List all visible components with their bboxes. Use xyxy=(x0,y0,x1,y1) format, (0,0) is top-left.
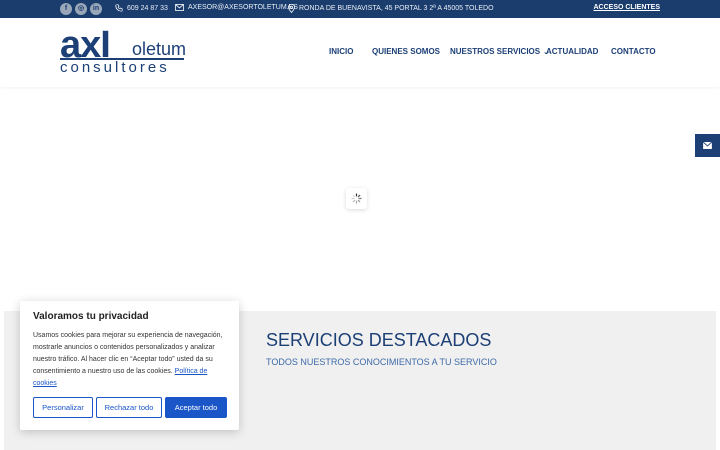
address-info: RONDA DE BUENAVISTA, 45 PORTAL 3 2ª A 45… xyxy=(288,4,494,13)
reject-all-button[interactable]: Rechazar todo xyxy=(96,397,162,418)
contact-side-button[interactable] xyxy=(695,134,720,157)
envelope-icon xyxy=(703,142,712,149)
company-logo[interactable]: axI oletum consultores xyxy=(60,26,190,82)
top-bar: f ◎ in 609 24 87 33 AXESOR@AXESORTOLETUM… xyxy=(0,0,720,18)
facebook-icon[interactable]: f xyxy=(60,3,72,15)
customize-button[interactable]: Personalizar xyxy=(33,397,93,418)
section-subtitle: TODOS NUESTROS CONOCIMIENTOS A TU SERVIC… xyxy=(266,357,497,367)
cookie-title: Valoramos tu privacidad xyxy=(33,311,149,322)
cookie-consent-banner: Valoramos tu privacidad Usamos cookies p… xyxy=(20,301,239,430)
envelope-icon xyxy=(175,4,184,11)
nav-inicio[interactable]: INICIO xyxy=(329,47,353,56)
logo-oletum: oletum xyxy=(132,39,187,59)
logo-consultores: consultores xyxy=(60,59,170,76)
cookie-description: Usamos cookies para mejorar su experienc… xyxy=(33,330,229,390)
nav-nuestros-servicios-label: NUESTROS SERVICIOS xyxy=(450,47,541,56)
email-contact[interactable]: AXESOR@AXESORTOLETUM.ES xyxy=(175,4,298,11)
phone-contact[interactable]: 609 24 87 33 xyxy=(115,4,168,12)
nav-nuestros-servicios[interactable]: NUESTROS SERVICIOS ⌄ xyxy=(450,47,549,56)
section-title: SERVICIOS DESTACADOS xyxy=(266,330,492,350)
phone-icon xyxy=(115,4,123,12)
nav-quienes-somos[interactable]: QUIENES SOMOS xyxy=(372,47,440,56)
location-pin-icon xyxy=(288,4,295,13)
loading-spinner xyxy=(346,188,367,209)
phone-number: 609 24 87 33 xyxy=(127,4,168,12)
address-text: RONDA DE BUENAVISTA, 45 PORTAL 3 2ª A 45… xyxy=(299,5,494,12)
nav-contacto[interactable]: CONTACTO xyxy=(611,47,656,56)
spinner-icon xyxy=(351,193,362,204)
client-access-link[interactable]: ACCESO CLIENTES xyxy=(593,4,660,11)
nav-actualidad[interactable]: ACTUALIDAD xyxy=(546,47,598,56)
instagram-icon[interactable]: ◎ xyxy=(75,3,87,15)
site-header: axI oletum consultores INICIO QUIENES SO… xyxy=(0,18,720,87)
email-address: AXESOR@AXESORTOLETUM.ES xyxy=(188,4,298,11)
accept-all-button[interactable]: Aceptar todo xyxy=(165,397,227,418)
linkedin-icon[interactable]: in xyxy=(90,3,102,15)
